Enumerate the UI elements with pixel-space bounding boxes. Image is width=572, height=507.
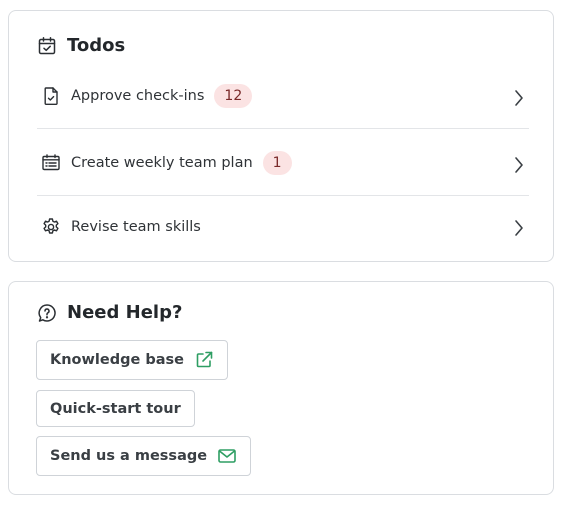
chevron-right-icon <box>515 156 523 173</box>
need-help-card: Need Help? Knowledge base Quick-start to… <box>8 281 554 495</box>
send-message-button[interactable]: Send us a message <box>36 436 252 476</box>
todo-item-create-weekly-team-plan[interactable]: Create weekly team plan 1 <box>37 130 529 196</box>
gear-icon <box>41 217 61 237</box>
help-header: Need Help? <box>37 302 182 323</box>
button-label: Quick-start tour <box>50 400 181 417</box>
mail-icon <box>217 446 237 466</box>
question-bubble-icon <box>37 303 57 323</box>
count-badge: 12 <box>214 83 253 108</box>
todos-title: Todos <box>67 35 126 56</box>
todos-header: Todos <box>37 35 125 56</box>
todo-label: Approve check-ins <box>71 87 205 104</box>
todo-item-approve-check-ins[interactable]: Approve check-ins 12 <box>37 63 529 129</box>
button-label: Knowledge base <box>50 352 184 368</box>
chevron-right-icon <box>515 220 523 236</box>
document-check-icon <box>41 86 61 106</box>
quick-start-tour-button[interactable]: Quick-start tour <box>36 390 195 427</box>
todos-card: Todos Approve check-ins 12 Create weekly… <box>8 10 554 262</box>
todo-label: Revise team skills <box>71 219 201 235</box>
todo-item-revise-team-skills[interactable]: Revise team skills <box>37 197 529 257</box>
calendar-check-icon <box>37 36 57 56</box>
help-title: Need Help? <box>67 302 183 323</box>
todo-label: Create weekly team plan <box>71 154 253 171</box>
calendar-list-icon <box>41 153 61 173</box>
knowledge-base-button[interactable]: Knowledge base <box>36 340 228 380</box>
count-badge: 1 <box>262 150 292 175</box>
button-label: Send us a message <box>50 448 208 464</box>
external-link-icon <box>194 350 214 370</box>
chevron-right-icon <box>515 89 523 106</box>
